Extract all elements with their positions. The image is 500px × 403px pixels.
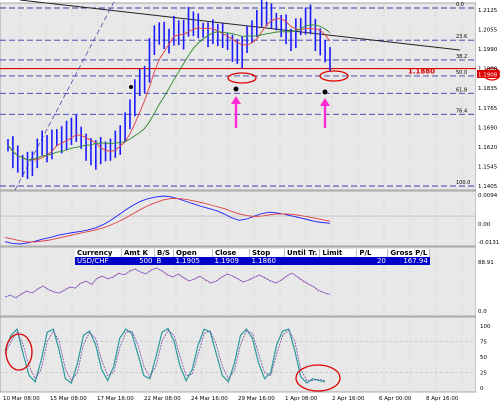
price-axis-tick: 1.1835 — [478, 86, 498, 92]
stoch-axis-tick: 50 — [480, 355, 487, 361]
position-close: 1.1909 — [212, 257, 250, 265]
pivot-dot-2 — [322, 89, 328, 95]
rsi-axis-tick: 88.91 — [478, 260, 494, 266]
time-axis-label: 2 Apr 16:00 — [332, 396, 365, 402]
time-axis-label: 10 Mar 08:00 — [3, 396, 40, 402]
col-currency: Currency — [75, 249, 122, 257]
col-limit: Limit — [319, 249, 358, 257]
col-stop: Stop — [249, 249, 285, 257]
time-axis-label: 6 Apr 00:00 — [379, 396, 412, 402]
price-axis-tick: 1.2055 — [478, 28, 498, 34]
col-gross-pl: Gross P/L — [387, 249, 431, 257]
stoch-axis-tick: 75 — [480, 340, 487, 346]
pivot-dot-1 — [233, 86, 239, 92]
position-limit — [319, 257, 357, 265]
position-amount: 500 — [121, 257, 155, 265]
position-stop: 1.1860 — [249, 257, 285, 265]
col-pl: P/L — [356, 249, 389, 257]
price-axis-tick: 1.1620 — [478, 145, 498, 151]
position-pl: 20 — [356, 257, 388, 265]
position-open: 1.1905 — [173, 257, 213, 265]
chart-canvas[interactable]: 0.0 23.6 38.2 50.0 61.8 76.4 100.0 1.1880 1.2125… — [0, 0, 500, 403]
price-axis-tick: 1.1405 — [478, 184, 498, 190]
macd-panel — [0, 190, 477, 247]
price-axis-tick: 1.2125 — [478, 8, 498, 14]
rsi-axis-tick: 0.0 — [478, 309, 487, 315]
open-position-table: Currency Amt K B/S Open Close Stop Until… — [75, 249, 431, 265]
fib-level-label: 38.2 — [456, 54, 467, 60]
stop-level-label: 1.1880 — [408, 68, 435, 76]
time-axis-label: 17 Mar 16:00 — [97, 396, 134, 402]
position-side: B — [154, 257, 174, 265]
time-axis-label: 24 Mar 16:00 — [191, 396, 228, 402]
time-axis-label: 29 Mar 16:00 — [238, 396, 275, 402]
time-axis-label: 22 Mar 08:00 — [144, 396, 181, 402]
stoch-axis-tick: 100 — [480, 324, 491, 330]
price-axis-tick: 1.1690 — [478, 125, 498, 131]
fib-level-label: 50.0 — [456, 70, 467, 76]
stoch-axis-tick: 0 — [480, 386, 484, 392]
fib-level-label: 0.0 — [456, 2, 464, 8]
fib-level-label: 100.0 — [456, 180, 470, 186]
position-gross-pl: 167.94 — [387, 257, 430, 265]
position-row[interactable]: USD/CHF 500 B 1.1905 1.1909 1.1860 20 16… — [75, 257, 430, 265]
forex-chart-window: 0.0 23.6 38.2 50.0 61.8 76.4 100.0 1.1880 1.2125… — [0, 0, 500, 403]
position-currency: USD/CHF — [75, 257, 122, 265]
col-close: Close — [212, 249, 250, 257]
col-bs: B/S — [154, 249, 174, 257]
time-axis-label: 8 Apr 16:00 — [426, 396, 459, 402]
stoch-axis-tick: 25 — [480, 371, 487, 377]
current-price-label: 1.1908 — [478, 73, 498, 79]
macd-axis-tick: 0.00 — [478, 222, 491, 228]
time-axis-label: 15 Mar 08:00 — [50, 396, 87, 402]
col-until-tr: Until Tr. — [284, 249, 321, 257]
macd-axis-tick: -0.0131 — [478, 240, 499, 246]
fib-level-label: 76.4 — [456, 108, 467, 114]
position-until-tr — [284, 257, 320, 265]
price-axis-tick: 1.1765 — [478, 106, 498, 112]
fib-level-label: 61.8 — [456, 87, 467, 93]
position-table-header: Currency Amt K B/S Open Close Stop Until… — [75, 249, 431, 257]
pivot-dot-3 — [129, 85, 133, 89]
price-axis-tick: 1.1545 — [478, 164, 498, 170]
col-open: Open — [173, 249, 213, 257]
price-panel — [0, 2, 477, 191]
time-axis-label: 1 Apr 08:00 — [285, 396, 318, 402]
macd-axis-tick: 0.0094 — [478, 193, 498, 199]
col-amt-k: Amt K — [121, 249, 155, 257]
price-axis-tick: 1.1990 — [478, 47, 498, 53]
fib-level-label: 23.6 — [456, 34, 467, 40]
